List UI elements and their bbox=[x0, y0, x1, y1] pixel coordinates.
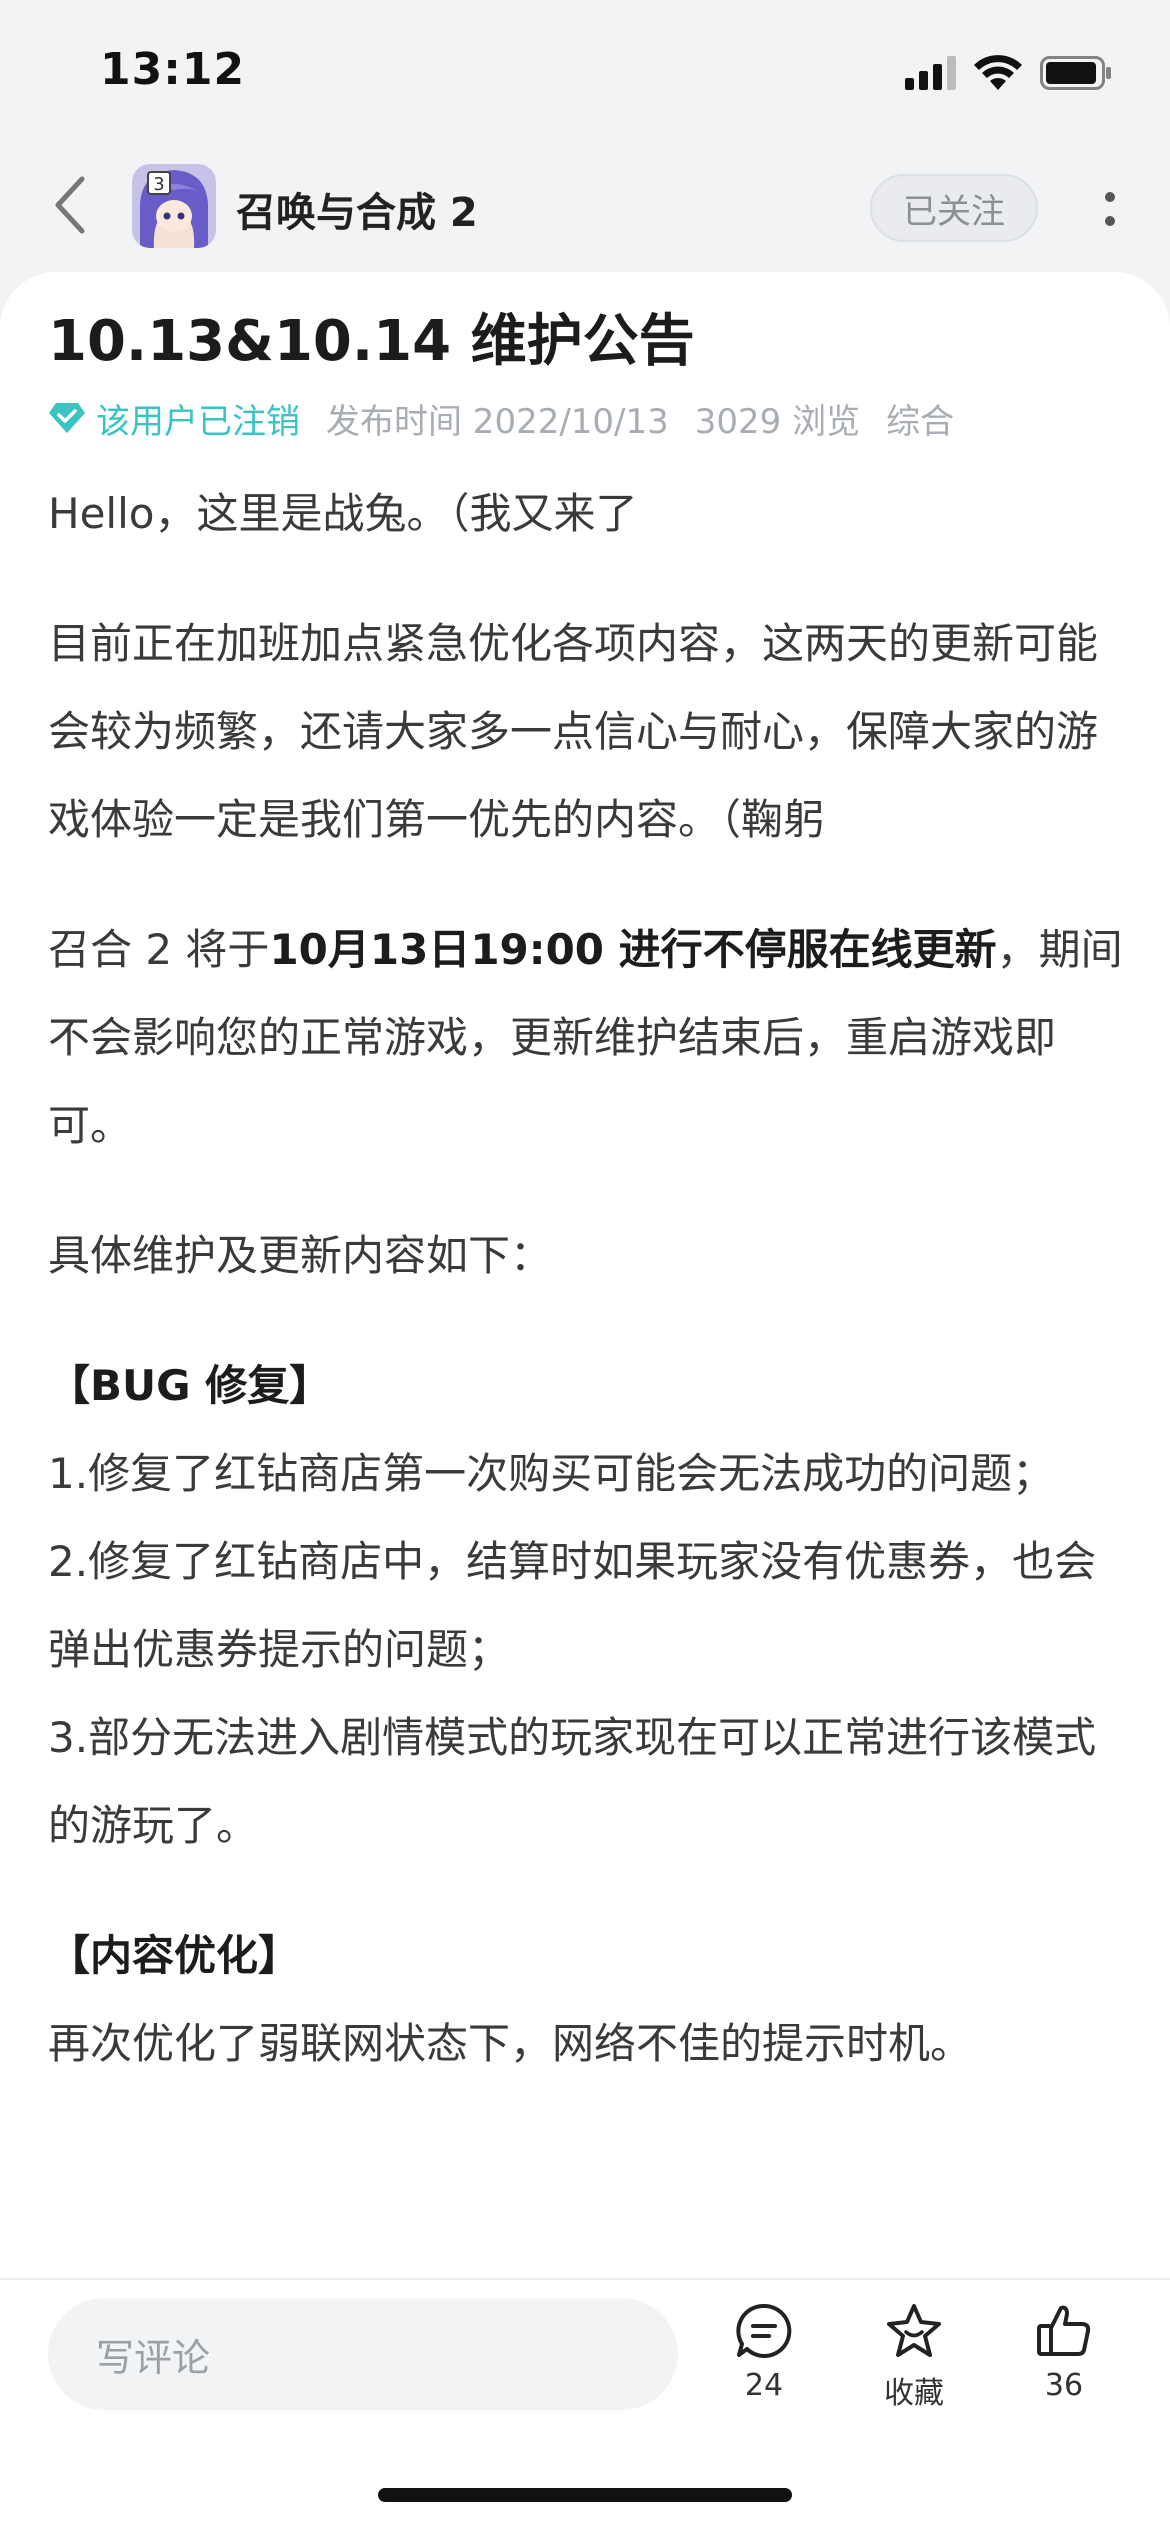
bug-fix-item: 2.修复了红钻商店中，结算时如果玩家没有优惠券，也会弹出优惠券提示的问题； bbox=[48, 1537, 1097, 1674]
game-character-icon: 3 bbox=[132, 164, 216, 248]
wifi-icon bbox=[974, 55, 1022, 90]
favorite-button[interactable]: 收藏 bbox=[864, 2302, 964, 2422]
post-content-card: 10.13&10.14 维护公告 该用户已注销 发布时间 2022/10/13 … bbox=[0, 272, 1170, 2532]
cellular-signal-icon bbox=[905, 56, 956, 90]
bug-fix-item: 1.修复了红钻商店第一次购买可能会无法成功的问题； bbox=[48, 1449, 1055, 1498]
comment-bubble-icon bbox=[736, 2303, 792, 2358]
game-avatar[interactable]: 3 bbox=[132, 164, 216, 248]
post-category[interactable]: 综合 bbox=[886, 394, 954, 443]
publish-time: 发布时间 2022/10/13 bbox=[326, 401, 669, 442]
paragraph-details-intro: 具体维护及更新内容如下： bbox=[48, 1231, 553, 1280]
battery-icon bbox=[1040, 56, 1111, 90]
comment-count: 24 bbox=[744, 2368, 784, 2403]
status-bar: 13:12 bbox=[0, 0, 1170, 140]
author-name[interactable]: 该用户已注销 bbox=[96, 394, 300, 443]
optimization-item: 再次优化了弱联网状态下，网络不佳的提示时机。 bbox=[48, 2019, 973, 2068]
paragraph-update-schedule: 召合 2 将于10月13日19:00 进行不停服在线更新，期间不会影响您的正常游… bbox=[48, 906, 1128, 1170]
more-dot-icon bbox=[1105, 192, 1115, 202]
verified-diamond-icon bbox=[49, 403, 85, 433]
nav-bar: 3 召唤与合成 2 已关注 bbox=[0, 140, 1170, 274]
update-schedule-prefix: 召合 2 将于 bbox=[48, 925, 270, 974]
bug-fix-item: 3.部分无法进入剧情模式的玩家现在可以正常进行该模式的游玩了。 bbox=[48, 1713, 1097, 1850]
optimization-heading: 【内容优化】 bbox=[48, 1931, 301, 1980]
thumbs-up-icon bbox=[1037, 2305, 1091, 2356]
like-count: 36 bbox=[1044, 2368, 1084, 2403]
chevron-left-icon bbox=[55, 176, 85, 234]
favorite-label: 收藏 bbox=[884, 2376, 944, 2411]
back-button[interactable] bbox=[40, 170, 100, 240]
update-schedule-highlight: 10月13日19:00 进行不停服在线更新 bbox=[269, 925, 997, 974]
post-title: 10.13&10.14 维护公告 bbox=[48, 309, 695, 374]
follow-button[interactable]: 已关注 bbox=[870, 174, 1038, 242]
bug-fix-heading: 【BUG 修复】 bbox=[48, 1361, 332, 1410]
game-title[interactable]: 召唤与合成 2 bbox=[236, 180, 478, 238]
like-button[interactable]: 36 bbox=[1014, 2302, 1114, 2422]
app-root: 13:12 3 召唤与合成 2 已关注 10.13&10.14 维护公告 该用户… bbox=[0, 0, 1170, 2532]
status-time: 13:12 bbox=[100, 44, 246, 95]
post-meta: 该用户已注销 发布时间 2022/10/13 3029 浏览 综合 bbox=[48, 394, 954, 442]
home-indicator[interactable] bbox=[378, 2488, 792, 2502]
more-options-button[interactable] bbox=[1090, 174, 1130, 244]
avatar-badge-number: 3 bbox=[153, 174, 164, 195]
paragraph-optimization-note: 目前正在加班加点紧急优化各项内容，这两天的更新可能会较为频繁，还请大家多一点信心… bbox=[48, 619, 1099, 844]
comment-input[interactable]: 写评论 bbox=[48, 2298, 678, 2410]
more-dot-icon bbox=[1105, 216, 1115, 226]
paragraph-greeting: Hello，这里是战兔。（我又来了 bbox=[48, 489, 638, 538]
article-body: Hello，这里是战兔。（我又来了 目前正在加班加点紧急优化各项内容，这两天的更… bbox=[48, 470, 1128, 2088]
comments-button[interactable]: 24 bbox=[714, 2302, 814, 2422]
star-icon bbox=[887, 2304, 941, 2357]
view-count: 3029 浏览 bbox=[694, 401, 861, 442]
